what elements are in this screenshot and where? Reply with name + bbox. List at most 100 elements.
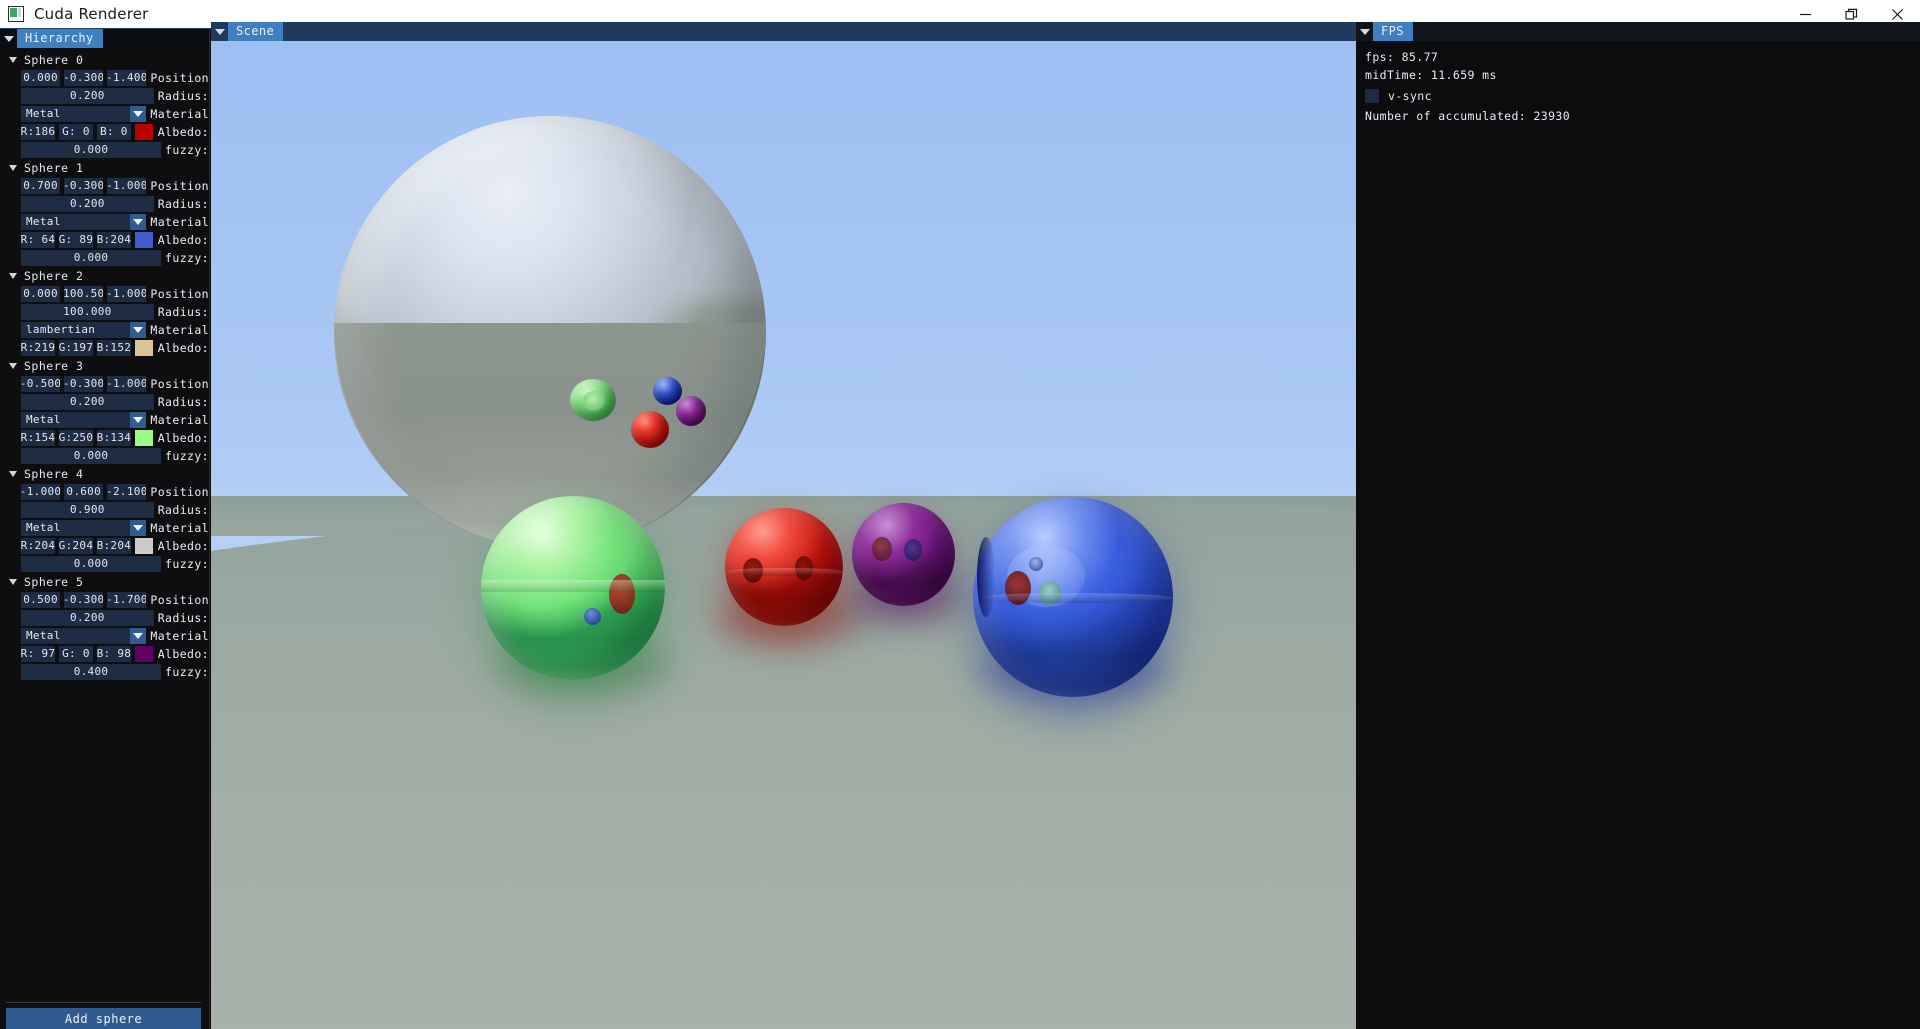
position-y-input[interactable]: -100.500 [64,285,104,302]
position-z-input[interactable]: -2.100 [107,483,147,500]
albedo-r-input[interactable]: R:204 [21,537,55,554]
tab-hierarchy[interactable]: Hierarchy [17,29,103,48]
albedo-b-input[interactable]: B:134 [96,429,131,446]
chevron-down-icon[interactable] [130,213,147,230]
material-select[interactable]: Metal [21,627,147,644]
position-z-input[interactable]: -1.000 [107,375,147,392]
albedo-g-input[interactable]: G:204 [58,537,93,554]
divider [6,1002,201,1003]
vsync-checkbox[interactable] [1365,89,1379,103]
radius-input[interactable]: 100.000 [21,303,154,320]
position-y-input[interactable]: 0.600 [64,483,104,500]
chevron-down-icon[interactable] [211,22,228,41]
albedo-color-swatch[interactable] [134,123,153,140]
albedo-b-input[interactable]: B: 0 [96,123,131,140]
radius-input[interactable]: 0.200 [21,195,154,212]
material-select[interactable]: Metal [21,411,147,428]
radius-row: 0.200 Radius: [0,87,209,104]
albedo-r-input[interactable]: R: 64 [21,231,55,248]
albedo-r-input[interactable]: R:186 [21,123,55,140]
albedo-color-swatch[interactable] [134,231,153,248]
chevron-down-icon[interactable] [1356,22,1373,41]
position-y-input[interactable]: -0.300 [64,591,104,608]
material-select[interactable]: Metal [21,105,147,122]
albedo-b-input[interactable]: B:152 [96,339,131,356]
albedo-b-input[interactable]: B:204 [96,537,131,554]
add-sphere-button[interactable]: Add sphere [6,1008,201,1029]
tab-scene[interactable]: Scene [228,22,284,41]
position-z-input[interactable]: -1.400 [107,69,147,86]
albedo-g-input[interactable]: G: 0 [58,123,93,140]
radius-input[interactable]: 0.200 [21,609,154,626]
material-value: lambertian [26,323,96,336]
vsync-row[interactable]: v-sync [1365,87,1920,105]
chevron-down-icon[interactable] [9,164,17,171]
albedo-r-input[interactable]: R:154 [21,429,55,446]
sphere-header-4[interactable]: Sphere 4 [0,465,209,482]
reflection-band [481,580,665,592]
chevron-down-icon[interactable] [9,578,17,585]
material-select[interactable]: lambertian [21,321,147,338]
material-row: Metal Material [0,213,209,230]
fuzzy-input[interactable]: 0.000 [21,555,162,572]
material-select[interactable]: Metal [21,519,147,536]
albedo-b-input[interactable]: B:204 [96,231,131,248]
position-x-input[interactable]: 0.000 [21,69,61,86]
material-row: Metal Material [0,105,209,122]
chevron-down-icon[interactable] [130,411,147,428]
fuzzy-label: fuzzy: [165,664,209,679]
albedo-r-input[interactable]: R: 97 [21,645,55,662]
chevron-down-icon[interactable] [130,105,147,122]
position-x-input[interactable]: 0.700 [21,177,61,194]
chevron-down-icon[interactable] [130,519,147,536]
chevron-down-icon[interactable] [9,272,17,279]
chevron-down-icon[interactable] [130,321,147,338]
radius-input[interactable]: 0.200 [21,87,154,104]
sphere-header-3[interactable]: Sphere 3 [0,357,209,374]
chevron-down-icon[interactable] [0,29,17,48]
albedo-color-swatch[interactable] [134,645,153,662]
position-z-input[interactable]: -1.000 [107,285,147,302]
chevron-down-icon[interactable] [9,470,17,477]
radius-row: 0.900 Radius: [0,501,209,518]
sphere-header-5[interactable]: Sphere 5 [0,573,209,590]
position-y-input[interactable]: -0.300 [64,69,104,86]
chevron-down-icon[interactable] [130,627,147,644]
fuzzy-row: 0.000 fuzzy: [0,249,209,266]
albedo-r-input[interactable]: R:219 [21,339,55,356]
position-row: 0.000 -0.300 -1.400 Position [0,69,209,86]
albedo-g-input[interactable]: G: 0 [58,645,93,662]
position-z-input[interactable]: -1.000 [107,177,147,194]
fuzzy-input[interactable]: 0.400 [21,663,162,680]
material-label: Material [150,412,209,427]
radius-input[interactable]: 0.200 [21,393,154,410]
position-x-input[interactable]: -1.000 [21,483,61,500]
albedo-color-swatch[interactable] [134,339,153,356]
radius-input[interactable]: 0.900 [21,501,154,518]
position-row: -1.000 0.600 -2.100 Position [0,483,209,500]
albedo-g-input[interactable]: G:197 [58,339,93,356]
render-viewport[interactable] [211,41,1356,1029]
sphere-header-1[interactable]: Sphere 1 [0,159,209,176]
albedo-color-swatch[interactable] [134,429,153,446]
fuzzy-input[interactable]: 0.000 [21,249,162,266]
material-select[interactable]: Metal [21,213,147,230]
albedo-g-input[interactable]: G: 89 [58,231,93,248]
position-y-input[interactable]: -0.300 [64,375,104,392]
sphere-header-0[interactable]: Sphere 0 [0,51,209,68]
albedo-g-input[interactable]: G:250 [58,429,93,446]
fuzzy-input[interactable]: 0.000 [21,447,162,464]
position-x-input[interactable]: 0.500 [21,591,61,608]
chevron-down-icon[interactable] [9,56,17,63]
position-x-input[interactable]: 0.000 [21,285,61,302]
position-y-input[interactable]: -0.300 [64,177,104,194]
position-x-input[interactable]: -0.500 [21,375,61,392]
chevron-down-icon[interactable] [9,362,17,369]
albedo-color-swatch[interactable] [134,537,153,554]
tab-fps[interactable]: FPS [1373,22,1413,41]
position-z-input[interactable]: -1.700 [107,591,147,608]
fuzzy-input[interactable]: 0.000 [21,141,162,158]
albedo-b-input[interactable]: B: 98 [96,645,131,662]
material-label: Material [150,106,209,121]
sphere-header-2[interactable]: Sphere 2 [0,267,209,284]
